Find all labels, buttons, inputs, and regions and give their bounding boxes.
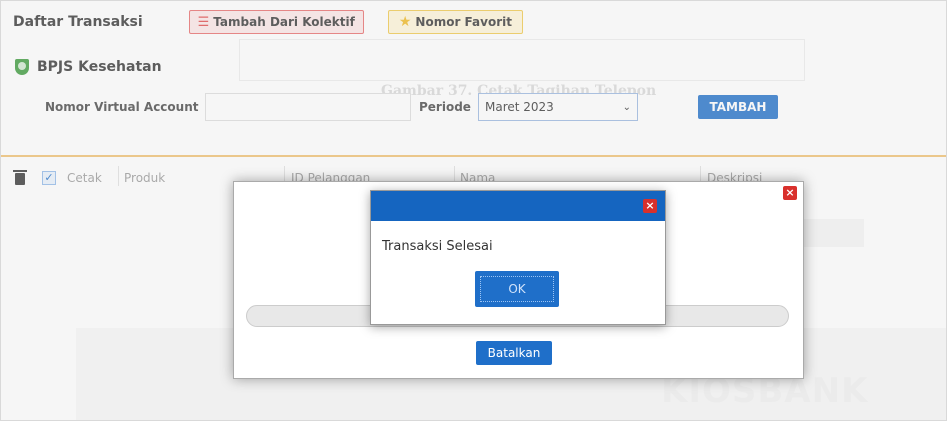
alert-message: Transaksi Selesai bbox=[382, 239, 493, 254]
ok-button[interactable]: OK bbox=[475, 271, 559, 307]
cancel-button[interactable]: Batalkan bbox=[476, 341, 552, 365]
close-icon[interactable]: × bbox=[643, 199, 657, 213]
app-window: Daftar Transaksi ☰ Tambah Dari Kolektif … bbox=[0, 0, 947, 421]
close-icon[interactable]: × bbox=[783, 186, 797, 200]
ok-button-label: OK bbox=[480, 276, 554, 302]
completion-alert: × Transaksi Selesai OK bbox=[370, 190, 666, 325]
alert-header: × bbox=[371, 191, 665, 221]
